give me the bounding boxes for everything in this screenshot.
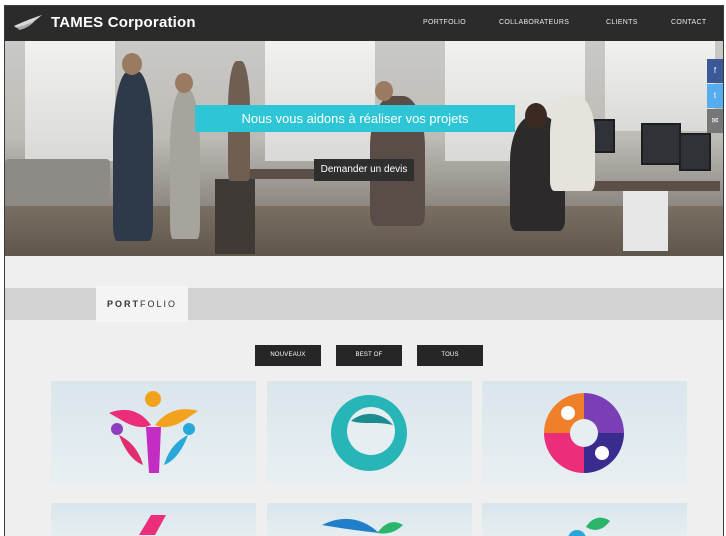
hero-headline: Nous vous aidons à réaliser vos projets xyxy=(195,105,515,132)
sofa xyxy=(5,159,110,204)
filter-new-button[interactable]: NOUVEAUX xyxy=(255,345,321,366)
drawer-unit xyxy=(623,191,668,251)
portfolio-card[interactable] xyxy=(482,503,687,536)
window-pane xyxy=(25,41,115,161)
portfolio-card[interactable] xyxy=(267,503,472,536)
logo-icon xyxy=(139,515,166,535)
nav-portfolio[interactable]: PORTFOLIO xyxy=(423,19,466,26)
browser-page: TAMES Corporation PORTFOLIO COLLABORATEU… xyxy=(4,5,724,536)
portfolio-card[interactable] xyxy=(267,381,472,483)
portfolio-section-title: PORTFOLIO xyxy=(96,286,188,322)
person-seated xyxy=(550,96,595,191)
people-logo-icon xyxy=(109,391,198,473)
portfolio-card[interactable] xyxy=(51,503,256,536)
filter-all-button[interactable]: TOUS xyxy=(417,345,483,366)
person-head xyxy=(525,103,547,129)
desk-cabinet xyxy=(215,179,255,254)
bird-logo-icon[interactable] xyxy=(13,14,43,32)
email-icon[interactable]: ✉ xyxy=(707,109,723,133)
monitor xyxy=(641,123,681,165)
request-quote-button[interactable]: Demander un devis xyxy=(314,159,414,181)
twitter-icon[interactable]: t xyxy=(707,84,723,108)
filter-best-of-button[interactable]: BEST OF xyxy=(336,345,402,366)
brand-name[interactable]: TAMES Corporation xyxy=(51,14,196,31)
nav-clients[interactable]: CLIENTS xyxy=(606,19,638,26)
title-bold: PORT xyxy=(106,299,140,309)
person-head xyxy=(122,53,142,75)
person-standing xyxy=(113,71,153,241)
ring-logo-icon xyxy=(331,395,407,471)
portfolio-card[interactable] xyxy=(51,381,256,483)
logo-icon xyxy=(322,518,403,534)
logo-icon xyxy=(568,517,610,536)
window-pane xyxy=(265,41,375,161)
person-head xyxy=(175,73,193,93)
portfolio-card[interactable] xyxy=(482,381,687,483)
circle-people-logo-icon xyxy=(544,393,624,473)
monitor xyxy=(679,133,711,171)
person-head xyxy=(375,81,393,101)
window-pane xyxy=(605,41,715,131)
nav-collaborateurs[interactable]: COLLABORATEURS xyxy=(499,19,569,26)
hero-office-photo: Nous vous aidons à réaliser vos projets … xyxy=(5,41,723,256)
title-rest: FOLIO xyxy=(140,299,178,309)
facebook-icon[interactable]: f xyxy=(707,59,723,83)
nav-contact[interactable]: CONTACT xyxy=(671,19,706,26)
top-navigation-bar: TAMES Corporation PORTFOLIO COLLABORATEU… xyxy=(5,6,723,41)
